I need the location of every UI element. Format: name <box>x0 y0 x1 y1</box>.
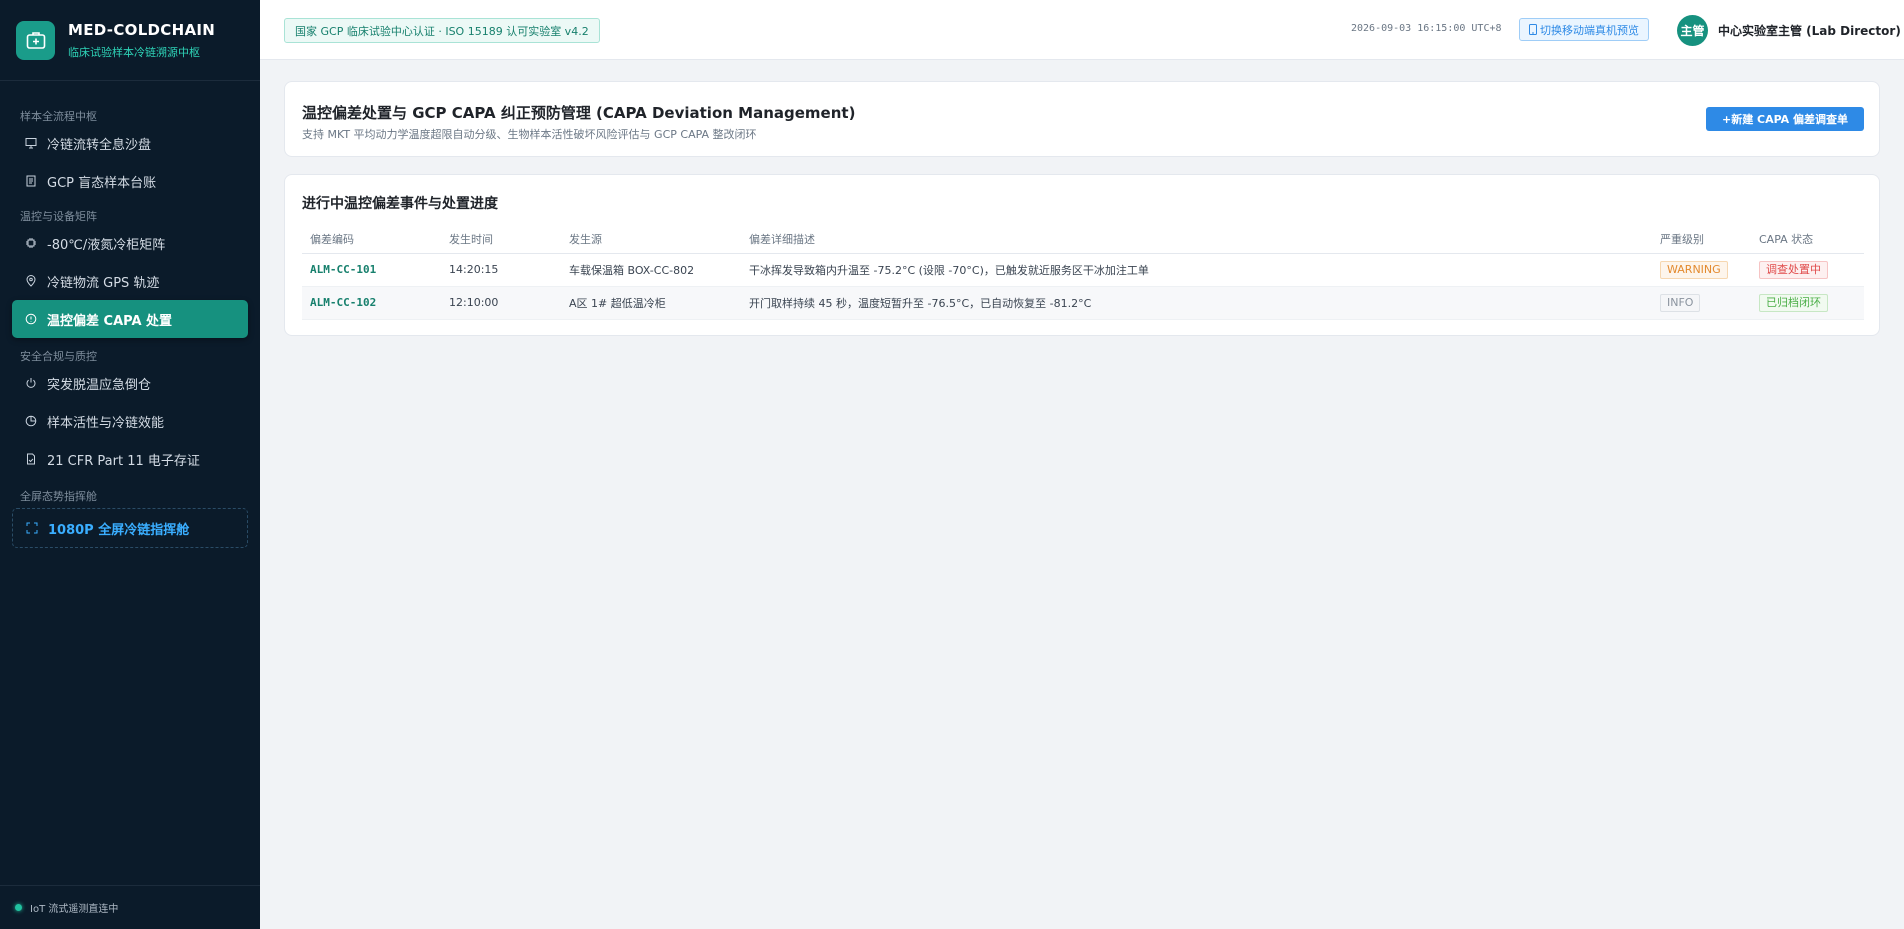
file-check-icon <box>25 453 37 465</box>
sidebar-item-label: 冷链物流 GPS 轨迹 <box>47 275 160 291</box>
sidebar-item-label: 冷链流转全息沙盘 <box>47 137 152 153</box>
deviation-table: 偏差编码 发生时间 发生源 偏差详细描述 严重级别 CAPA 状态 ALM-CC… <box>302 225 1864 320</box>
chip-icon <box>25 237 37 249</box>
sidebar-item-coldchain-sandbox[interactable]: 冷链流转全息沙盘 <box>0 124 260 162</box>
table-row[interactable]: ALM-CC-102 12:10:00 A区 1# 超低温冷柜 开门取样持续 4… <box>302 286 1864 320</box>
nav-section-title: 样本全流程中枢 <box>20 110 97 123</box>
sidebar-item-freezer-matrix[interactable]: -80℃/液氮冷柜矩阵 <box>0 224 260 262</box>
event-source: 车载保温箱 BOX-CC-802 <box>561 253 741 287</box>
power-icon <box>25 377 37 389</box>
switch-mobile-preview-label: 切换移动端真机预览 <box>1540 23 1639 37</box>
event-description: 开门取样持续 45 秒，温度短暂升至 -76.5°C，已自动恢复至 -81.2°… <box>741 286 1652 320</box>
location-pin-icon <box>25 275 37 287</box>
brand-name: MED-COLDCHAIN <box>68 20 216 39</box>
header-timestamp: 2026-09-03 16:15:00 UTC+8 <box>1351 23 1502 34</box>
sidebar-item-gcp-ledger[interactable]: GCP 盲态样本台账 <box>0 162 260 200</box>
alert-circle-icon <box>25 313 37 325</box>
page-description: 支持 MKT 平均动力学温度超限自动分级、生物样本活性破坏风险评估与 GCP C… <box>302 128 757 141</box>
deviation-code[interactable]: ALM-CC-101 <box>302 253 441 287</box>
iot-status: IoT 流式遥测直连中 <box>0 885 260 929</box>
sidebar-item-label: 温控偏差 CAPA 处置 <box>47 313 173 329</box>
column-header: 发生时间 <box>441 225 561 254</box>
column-header: 偏差编码 <box>302 225 441 254</box>
sidebar-item-label: 突发脱温应急倒仓 <box>47 377 152 393</box>
sidebar-item-fullscreen-command[interactable]: 1080P 全屏冷链指挥舱 <box>12 508 248 548</box>
user-name: 中心实验室主管 (Lab Director) <box>1718 24 1901 38</box>
nav-section-title: 全屏态势指挥舱 <box>20 490 97 503</box>
severity-badge: INFO <box>1660 293 1701 312</box>
monitor-icon <box>25 137 37 149</box>
event-source: A区 1# 超低温冷柜 <box>561 286 741 320</box>
sidebar-item-gps-track[interactable]: 冷链物流 GPS 轨迹 <box>0 262 260 300</box>
page-header-card: 温控偏差处置与 GCP CAPA 纠正预防管理 (CAPA Deviation … <box>284 81 1880 157</box>
status-badge: 已归档闭环 <box>1759 293 1828 312</box>
phone-icon <box>1529 24 1537 35</box>
sidebar-item-label: 样本活性与冷链效能 <box>47 415 165 431</box>
page-title: 温控偏差处置与 GCP CAPA 纠正预防管理 (CAPA Deviation … <box>302 104 856 122</box>
event-time: 12:10:00 <box>441 286 561 320</box>
certification-badge: 国家 GCP 临床试验中心认证 · ISO 15189 认可实验室 v4.2 <box>284 18 600 43</box>
table-header-row: 偏差编码 发生时间 发生源 偏差详细描述 严重级别 CAPA 状态 <box>302 225 1864 254</box>
sidebar-item-label: GCP 盲态样本台账 <box>47 175 157 191</box>
event-description: 干冰挥发导致箱内升温至 -75.2°C (设限 -70°C)，已触发就近服务区干… <box>741 253 1652 287</box>
deviation-code[interactable]: ALM-CC-102 <box>302 286 441 320</box>
sidebar-item-emergency-transfer[interactable]: 突发脱温应急倒仓 <box>0 364 260 402</box>
brand-header: MED-COLDCHAIN 临床试验样本冷链溯源中枢 <box>0 0 260 81</box>
new-capa-button[interactable]: +新建 CAPA 偏差调查单 <box>1706 107 1864 131</box>
sidebar-item-label: -80℃/液氮冷柜矩阵 <box>47 237 166 253</box>
column-header: 发生源 <box>561 225 741 254</box>
avatar[interactable]: 主管 <box>1677 15 1708 46</box>
document-icon <box>25 175 37 187</box>
sidebar-item-sample-viability[interactable]: 样本活性与冷链效能 <box>0 402 260 440</box>
switch-mobile-preview-button[interactable]: 切换移动端真机预览 <box>1519 18 1649 41</box>
iot-status-text: IoT 流式遥测直连中 <box>30 904 119 915</box>
sidebar-item-cfr-evidence[interactable]: 21 CFR Part 11 电子存证 <box>0 440 260 478</box>
top-header: 国家 GCP 临床试验中心认证 · ISO 15189 认可实验室 v4.2 2… <box>260 0 1904 60</box>
nav-section-title: 安全合规与质控 <box>20 350 97 363</box>
sidebar-item-capa-deviation[interactable]: 温控偏差 CAPA 处置 <box>12 300 248 338</box>
section-title: 进行中温控偏差事件与处置进度 <box>302 196 498 212</box>
severity-badge: WARNING <box>1660 260 1728 279</box>
fullscreen-icon <box>26 522 38 534</box>
status-dot-icon <box>15 904 22 911</box>
medical-kit-icon <box>16 20 55 60</box>
pie-chart-icon <box>25 415 37 427</box>
brand-subtitle: 临床试验样本冷链溯源中枢 <box>68 45 200 59</box>
status-badge: 调查处置中 <box>1759 260 1828 279</box>
table-row[interactable]: ALM-CC-101 14:20:15 车载保温箱 BOX-CC-802 干冰挥… <box>302 253 1864 287</box>
deviation-events-card: 进行中温控偏差事件与处置进度 偏差编码 发生时间 发生源 偏差详细描述 严重级别… <box>284 174 1880 336</box>
sidebar-item-label: 1080P 全屏冷链指挥舱 <box>48 522 190 538</box>
event-time: 14:20:15 <box>441 253 561 287</box>
sidebar: MED-COLDCHAIN 临床试验样本冷链溯源中枢 样本全流程中枢 冷链流转全… <box>0 0 260 929</box>
column-header: 偏差详细描述 <box>741 225 1652 254</box>
column-header: 严重级别 <box>1652 225 1751 254</box>
sidebar-item-label: 21 CFR Part 11 电子存证 <box>47 453 200 469</box>
nav-section-title: 温控与设备矩阵 <box>20 210 97 223</box>
column-header: CAPA 状态 <box>1751 225 1864 254</box>
